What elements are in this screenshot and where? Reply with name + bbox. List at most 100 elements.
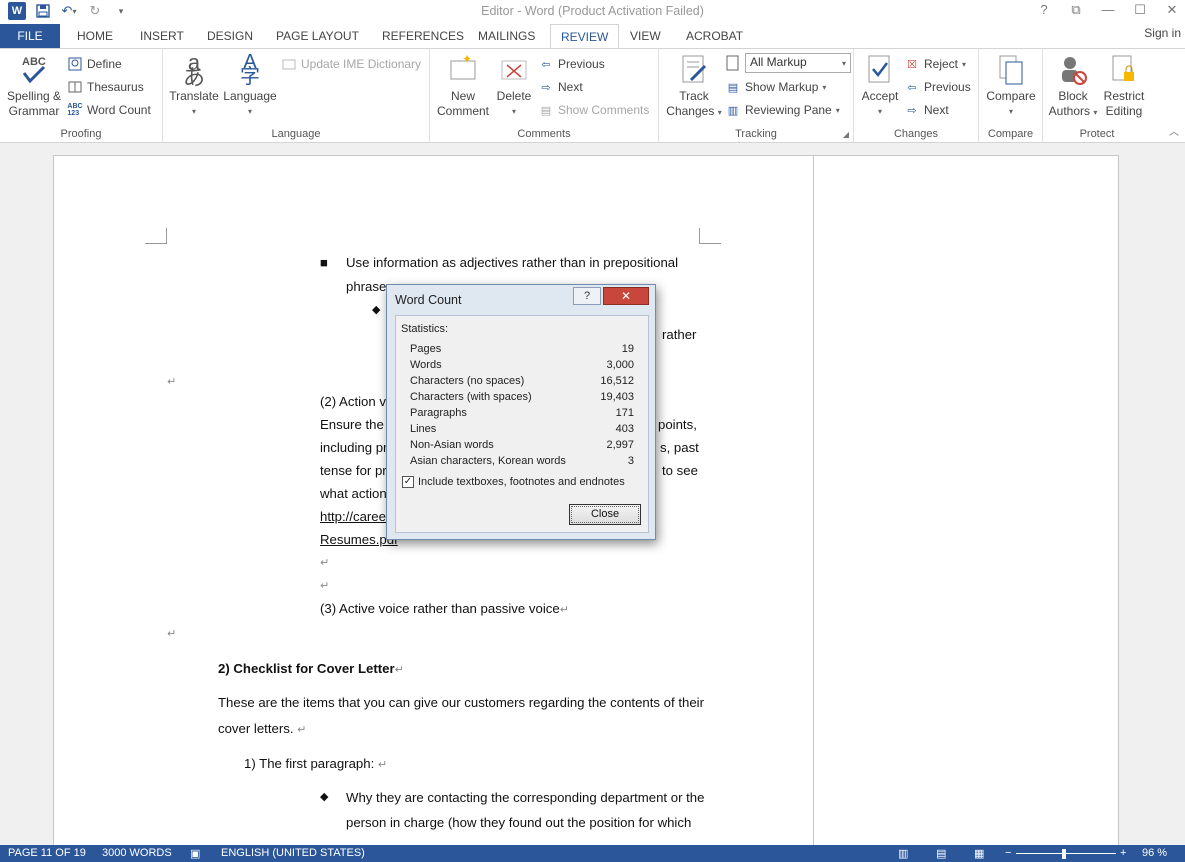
title-bar: W ↶ ▾ ↻ ▾ Editor - Word (Product Activati…	[0, 0, 1185, 24]
markup-area-divider	[813, 156, 814, 845]
zoom-in-button[interactable]: +	[1120, 847, 1126, 859]
block-authors-button[interactable]: Block Authors ▾	[1047, 53, 1099, 120]
stat-row: Lines 403	[410, 423, 634, 435]
compare-group-label: Compare	[987, 128, 1034, 140]
previous-change-label: Previous	[924, 80, 971, 94]
include-textboxes-label: Include textboxes, footnotes and endnote…	[418, 476, 625, 488]
web-layout-icon[interactable]: ▦	[974, 847, 984, 860]
show-markup-icon: ▤	[727, 81, 739, 94]
restrict-label: Restrict	[1103, 89, 1145, 103]
close-icon[interactable]: ✕	[1165, 2, 1179, 18]
define-button[interactable]: Define	[67, 54, 122, 74]
svg-text:ABC: ABC	[22, 56, 46, 68]
crop-mark-right	[699, 228, 721, 244]
doc-hyperlink[interactable]: http://caree	[320, 509, 386, 524]
show-markup-label: Show Markup	[745, 80, 819, 94]
display-for-review-select[interactable]: All Markup ▾	[745, 53, 851, 73]
delete-dropdown-icon: ▾	[511, 107, 516, 116]
minimize-icon[interactable]: —	[1101, 2, 1115, 18]
zoom-slider-track[interactable]	[1016, 853, 1116, 854]
next-comment-icon: ⇨	[541, 81, 551, 94]
language-button[interactable]: A字 Language ▾	[221, 52, 279, 119]
next-comment-button[interactable]: ⇨ Next	[538, 77, 582, 97]
proofing-status-icon[interactable]: ▣	[190, 847, 200, 860]
thesaurus-label: Thesaurus	[87, 80, 144, 94]
paragraph-mark: ↵	[167, 376, 177, 388]
tab-insert[interactable]: INSERT	[130, 24, 194, 48]
tab-references[interactable]: REFERENCES	[372, 24, 474, 48]
translate-button[interactable]: aあ Translate ▾	[168, 52, 220, 119]
language-indicator[interactable]: ENGLISH (UNITED STATES)	[221, 847, 365, 859]
track-changes-button[interactable]: Track Changes ▾	[663, 53, 725, 120]
tab-file[interactable]: FILE	[0, 24, 60, 48]
zoom-level[interactable]: 96 %	[1142, 847, 1167, 859]
next-change-button[interactable]: ⇨ Next	[904, 100, 948, 120]
compare-button[interactable]: Compare ▾	[983, 53, 1039, 119]
paragraph-mark: ↵	[320, 580, 330, 592]
group-changes: Accept ▾ ☒ Reject ▾ ⇦ Previous ⇨ Next Ch…	[854, 49, 979, 142]
page-indicator[interactable]: PAGE 11 OF 19	[8, 847, 86, 859]
word-count-button[interactable]: ABC 123 Word Count	[67, 100, 151, 120]
word-count-label: Word Count	[87, 103, 151, 117]
show-markup-button[interactable]: ▤ Show Markup ▾	[725, 77, 827, 97]
previous-comment-button[interactable]: ⇦ Previous	[538, 54, 605, 74]
bullet-diamond-icon: ◆	[372, 304, 381, 316]
doc-text-line: rather	[662, 327, 697, 342]
new-comment-button[interactable]: ✦ New Comment	[434, 53, 492, 119]
tracking-options-launcher-icon[interactable]: ◢	[843, 130, 849, 139]
reject-button[interactable]: ☒ Reject ▾	[904, 54, 966, 74]
maximize-icon[interactable]: ☐	[1133, 2, 1147, 18]
next-change-icon: ⇨	[907, 104, 917, 117]
crop-mark-left	[145, 228, 167, 244]
close-button[interactable]: Close	[569, 504, 641, 525]
tab-design[interactable]: DESIGN	[197, 24, 263, 48]
new-label: New	[450, 89, 475, 103]
tab-review[interactable]: REVIEW	[550, 24, 620, 48]
show-comments-button[interactable]: ▤ Show Comments	[538, 100, 650, 120]
include-textboxes-checkbox[interactable]: ✓ Include textboxes, footnotes and endno…	[402, 476, 625, 488]
display-for-review-dropdown-icon: ▾	[841, 59, 846, 68]
doc-text-line: person in charge (how they found out the…	[346, 815, 692, 830]
dialog-close-icon[interactable]: ✕	[603, 287, 649, 305]
dialog-help-button[interactable]: ?	[573, 287, 601, 305]
tab-page-layout[interactable]: PAGE LAYOUT	[266, 24, 369, 48]
track-changes-icon	[678, 53, 710, 87]
tracking-group-label: Tracking	[735, 128, 777, 140]
delete-comment-button[interactable]: Delete ▾	[492, 53, 536, 119]
delete-label: Delete	[496, 89, 532, 103]
ribbon-display-options-icon[interactable]: ⧉	[1069, 2, 1083, 18]
read-mode-icon[interactable]: ▥	[898, 847, 908, 860]
previous-comment-label: Previous	[558, 57, 605, 71]
help-icon[interactable]: ?	[1037, 2, 1051, 18]
tab-view[interactable]: VIEW	[620, 24, 671, 48]
zoom-slider-handle[interactable]	[1062, 849, 1066, 859]
sign-in-link[interactable]: Sign in	[1144, 26, 1181, 40]
word-count-indicator[interactable]: 3000 WORDS	[102, 847, 172, 859]
window-controls: ? ⧉ — ☐ ✕	[1037, 2, 1179, 18]
checkbox-checked-icon[interactable]: ✓	[402, 476, 414, 488]
tab-home[interactable]: HOME	[67, 24, 123, 48]
accept-icon	[864, 53, 896, 87]
print-layout-icon[interactable]: ▤	[936, 847, 946, 860]
previous-change-icon: ⇦	[907, 81, 917, 94]
accept-button[interactable]: Accept ▾	[858, 53, 902, 119]
tab-acrobat[interactable]: ACROBAT	[676, 24, 753, 48]
doc-text-line: what action	[320, 486, 387, 501]
previous-change-button[interactable]: ⇦ Previous	[904, 77, 971, 97]
doc-text-line: including pr	[320, 440, 388, 455]
reviewing-pane-button[interactable]: ▥ Reviewing Pane ▾	[725, 100, 840, 120]
reviewing-pane-icon: ▥	[727, 104, 739, 117]
update-ime-dictionary-button[interactable]: Update IME Dictionary	[281, 54, 421, 74]
doc-text-line: Why they are contacting the correspondin…	[346, 790, 705, 805]
collapse-ribbon-icon[interactable]: ︿	[1169, 123, 1179, 138]
thesaurus-button[interactable]: Thesaurus	[67, 77, 144, 97]
zoom-out-button[interactable]: −	[1005, 847, 1011, 859]
bullet-diamond-icon: ◆	[320, 791, 329, 803]
spelling-label: Spelling &	[6, 89, 62, 103]
restrict-editing-button[interactable]: Restrict Editing	[1099, 53, 1149, 119]
tab-mailings[interactable]: MAILINGS	[468, 24, 545, 48]
spelling-grammar-button[interactable]: ABC Spelling & Grammar	[4, 53, 64, 119]
doc-text-line: s, past	[660, 440, 699, 455]
status-bar: PAGE 11 OF 19 3000 WORDS ▣ ENGLISH (UNIT…	[0, 845, 1185, 862]
group-comments: ✦ New Comment Delete ▾ ⇦ Previous ⇨ Next	[430, 49, 659, 142]
